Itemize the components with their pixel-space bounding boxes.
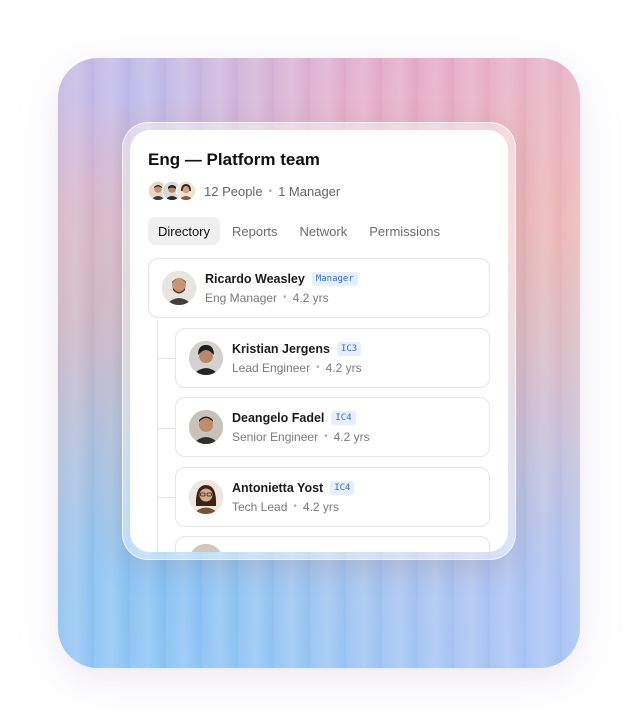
member-info: Antonietta Yost IC4 Tech Lead • 4.2 yrs	[232, 480, 355, 514]
member-tenure: 4.2 yrs	[302, 499, 339, 514]
member-card[interactable]: Deangelo Fadel IC4 Senior Engineer • 4.2…	[175, 397, 490, 457]
level-badge: IC3	[336, 341, 362, 356]
member-role: Senior Engineer	[232, 429, 319, 444]
tree-line	[157, 320, 158, 552]
member-name: Kristian Jergens	[232, 341, 330, 356]
member-card[interactable]: Antonietta Yost IC4 Tech Lead • 4.2 yrs	[175, 467, 490, 527]
member-info: Deangelo Fadel IC4 Senior Engineer • 4.2…	[232, 410, 370, 444]
avatar	[189, 341, 223, 375]
member-info: Kristian Jergens IC3 Lead Engineer • 4.2…	[232, 341, 362, 375]
avatar	[162, 271, 196, 305]
separator-dot: •	[268, 185, 273, 197]
tab-reports[interactable]: Reports	[222, 217, 288, 245]
avatar	[189, 544, 223, 552]
avatar	[189, 480, 223, 514]
member-name: Ricardo Weasley	[205, 271, 305, 286]
tree-branch	[157, 428, 175, 429]
separator-dot: •	[316, 362, 320, 373]
avatar	[176, 181, 196, 201]
manager-count: 1 Manager	[278, 183, 341, 199]
separator-dot: •	[324, 431, 328, 442]
member-card-manager[interactable]: Ricardo Weasley Manager Eng Manager • 4.…	[148, 258, 490, 318]
member-role: Eng Manager	[205, 290, 278, 305]
tab-directory[interactable]: Directory	[148, 217, 221, 245]
member-role: Lead Engineer	[232, 360, 311, 375]
member-name: Deangelo Fadel	[232, 410, 325, 425]
tab-bar: Directory Reports Network Permissions	[148, 217, 450, 245]
people-count: 12 People	[204, 183, 263, 199]
tree-branch	[157, 358, 175, 359]
level-badge: Manager	[311, 271, 358, 286]
member-tenure: 4.2 yrs	[325, 360, 362, 375]
tab-network[interactable]: Network	[290, 217, 358, 245]
member-tenure: 4.2 yrs	[292, 290, 329, 305]
member-info: Ricardo Weasley Manager Eng Manager • 4.…	[205, 271, 358, 305]
member-card[interactable]: Kristian Jergens IC3 Lead Engineer • 4.2…	[175, 328, 490, 388]
team-meta: 12 People • 1 Manager	[148, 181, 340, 201]
member-tenure: 4.2 yrs	[333, 429, 370, 444]
avatar-stack	[148, 181, 196, 201]
page-title: Eng — Platform team	[148, 150, 320, 169]
avatar	[189, 410, 223, 444]
tab-permissions[interactable]: Permissions	[359, 217, 450, 245]
separator-dot: •	[293, 501, 297, 512]
separator-dot: •	[283, 292, 287, 303]
level-badge: IC4	[331, 410, 356, 425]
member-role: Tech Lead	[232, 499, 288, 514]
tree-branch	[157, 497, 175, 498]
level-badge: IC4	[330, 480, 355, 495]
member-name: Antonietta Yost	[232, 480, 324, 495]
team-panel: Eng — Platform team 12 People • 1 Manage…	[130, 130, 508, 552]
member-card-partial[interactable]	[175, 536, 490, 552]
